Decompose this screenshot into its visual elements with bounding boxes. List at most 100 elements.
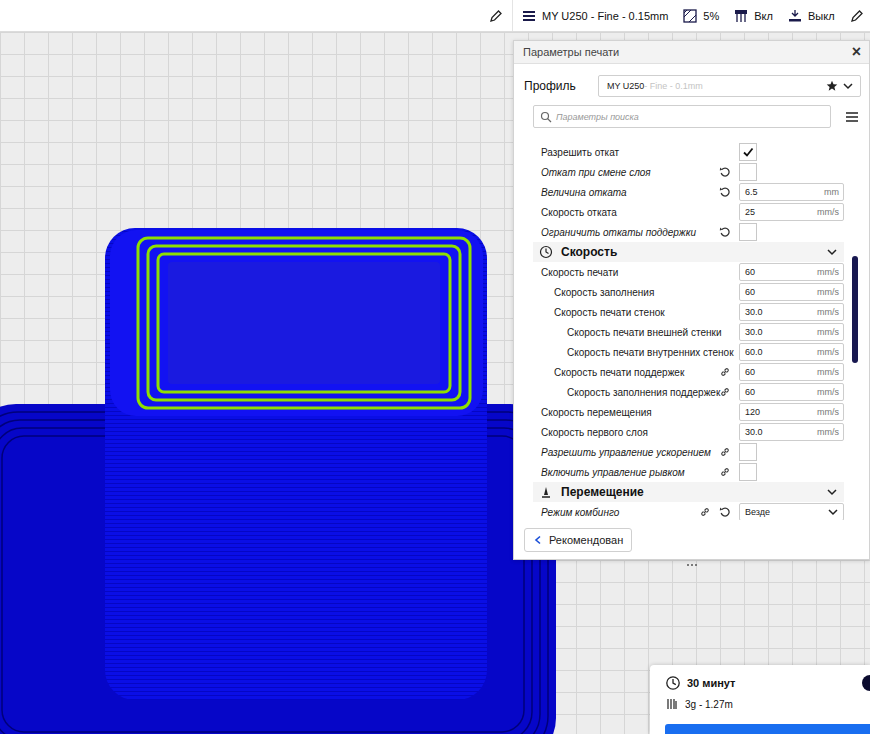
recommended-button[interactable]: Рекомендован bbox=[524, 528, 632, 552]
setting-row: Режим комбингоВезде bbox=[514, 502, 844, 520]
reset-icon[interactable] bbox=[719, 226, 731, 238]
travel-icon bbox=[539, 485, 553, 499]
setting-label: Скорость заполнения bbox=[554, 287, 731, 298]
setting-checkbox[interactable] bbox=[739, 143, 757, 161]
menu-icon[interactable] bbox=[845, 111, 859, 123]
build-plate-view[interactable]: Параметры печати × ПрофильMY U250 - Fine -… bbox=[0, 32, 870, 734]
setting-row: Скорость печати 60mm/s bbox=[514, 262, 844, 282]
setting-row: Скорость первого слоя30.0mm/s bbox=[514, 422, 844, 442]
field-value: 60 bbox=[745, 267, 755, 277]
link-icon bbox=[699, 506, 711, 518]
setting-row: Скорость печати внутренних стенок 60.0 mm/… bbox=[514, 342, 844, 362]
info-icon[interactable] bbox=[862, 675, 870, 691]
cura-window: MY U250 - Fine - 0.15mm 5% Вкл Выкл Параметр… bbox=[0, 0, 870, 734]
link-icon bbox=[719, 446, 731, 458]
setting-field[interactable]: 25mm/s bbox=[739, 203, 844, 221]
time-estimate[interactable]: 30 минут bbox=[665, 675, 870, 691]
setting-label: Откат при смене слоя bbox=[541, 167, 719, 178]
panel-title: Параметры печати bbox=[523, 46, 619, 58]
setting-row: Откат при смене слоя bbox=[514, 162, 844, 182]
setting-label: Включить управление рывком bbox=[541, 467, 719, 478]
setting-field[interactable]: 30.0mm/s bbox=[739, 303, 844, 321]
section-label: Скорость bbox=[561, 245, 818, 259]
setting-checkbox[interactable] bbox=[739, 223, 757, 241]
scrollbar[interactable] bbox=[852, 138, 858, 520]
setting-label: Скорость печати внешней стенки bbox=[567, 327, 731, 338]
print-estimate: 30 минут 3g - 1.27m bbox=[650, 665, 870, 734]
field-value: 6.5 bbox=[745, 187, 758, 197]
infill-value: 5% bbox=[703, 10, 719, 22]
setting-field[interactable]: 6.5 mm bbox=[739, 183, 844, 201]
print-time: 30 минут bbox=[687, 677, 735, 689]
field-value: 60 bbox=[745, 367, 755, 377]
adhesion-icon bbox=[787, 8, 803, 24]
material-estimate: 3g - 1.27m bbox=[665, 697, 870, 711]
link-icon bbox=[719, 386, 731, 398]
checkmark-icon bbox=[742, 146, 754, 158]
setting-field[interactable]: 60mm/s bbox=[739, 283, 844, 301]
setting-field[interactable]: 60mm/s bbox=[739, 263, 844, 281]
pencil-icon[interactable] bbox=[489, 9, 503, 23]
profile-value: MY U250 bbox=[607, 81, 644, 91]
slice-button[interactable] bbox=[665, 724, 870, 734]
setting-row: Включить управление рывком bbox=[514, 462, 844, 482]
field-value: 60 bbox=[745, 287, 755, 297]
setting-label: Скорость печати bbox=[541, 267, 731, 278]
setting-label: Величина отката bbox=[541, 187, 719, 198]
panel-resize-handle[interactable] bbox=[687, 564, 697, 566]
support-icon bbox=[733, 8, 749, 24]
field-value: 60.0 bbox=[745, 347, 763, 357]
profile-select[interactable]: MY U250 - Fine - 0.1mm bbox=[598, 75, 861, 97]
top-bar: MY U250 - Fine - 0.15mm 5% Вкл Выкл bbox=[0, 0, 870, 32]
print-setup-summary[interactable]: MY U250 - Fine - 0.15mm 5% Вкл Выкл bbox=[513, 0, 870, 31]
setting-field[interactable]: 30.0mm/s bbox=[739, 423, 844, 441]
profile-summary[interactable]: MY U250 - Fine - 0.15mm bbox=[521, 8, 668, 24]
field-unit: mm/s bbox=[817, 427, 839, 437]
settings-section[interactable]: Скорость bbox=[533, 242, 844, 262]
setting-label: Скорость печати внутренних стенок bbox=[567, 347, 731, 358]
setting-label: Скорость печати стенок bbox=[554, 307, 731, 318]
setting-field[interactable]: 60.0 mm/s bbox=[739, 343, 844, 361]
chevron-down-icon bbox=[826, 246, 838, 258]
setting-checkbox[interactable] bbox=[739, 443, 757, 461]
model-render[interactable] bbox=[0, 32, 560, 734]
search-row: Параметры поиска bbox=[514, 105, 869, 128]
reset-icon[interactable] bbox=[719, 186, 731, 198]
setting-row: Величина отката 6.5 mm bbox=[514, 182, 844, 202]
settings-section[interactable]: Перемещение bbox=[533, 482, 844, 502]
setting-checkbox[interactable] bbox=[739, 163, 757, 181]
support-value: Вкл bbox=[754, 10, 773, 22]
infill-summary[interactable]: 5% bbox=[682, 8, 719, 24]
field-unit: mm bbox=[824, 187, 839, 197]
support-summary[interactable]: Вкл bbox=[733, 8, 773, 24]
setting-field[interactable]: 120mm/s bbox=[739, 403, 844, 421]
field-unit: mm/s bbox=[817, 387, 839, 397]
profile-row: ПрофильMY U250 - Fine - 0.1mm bbox=[514, 75, 869, 97]
setting-label: Скорость печати поддержек bbox=[554, 367, 719, 378]
adhesion-summary[interactable]: Выкл bbox=[787, 8, 835, 24]
scrollbar-thumb[interactable] bbox=[852, 256, 858, 363]
field-value: 30.0 bbox=[745, 327, 763, 337]
setting-field[interactable]: 60mm/s bbox=[739, 363, 844, 381]
chevron-down-icon bbox=[826, 486, 838, 498]
field-value: 30.0 bbox=[745, 307, 763, 317]
reset-icon[interactable] bbox=[719, 166, 731, 178]
setting-label: Разрешить откат bbox=[541, 147, 731, 158]
star-icon[interactable] bbox=[826, 80, 838, 92]
profile-suffix: - Fine - 0.1mm bbox=[644, 81, 703, 91]
setting-field[interactable]: 30.0mm/s bbox=[739, 323, 844, 341]
pencil-icon[interactable] bbox=[850, 9, 864, 23]
print-settings-panel: Параметры печати × ПрофильMY U250 - Fine -… bbox=[513, 40, 870, 560]
setting-label: Скорость отката bbox=[541, 207, 731, 218]
setting-field[interactable]: 60mm/s bbox=[739, 383, 844, 401]
setting-dropdown[interactable]: Везде bbox=[739, 503, 844, 520]
field-unit: mm/s bbox=[817, 347, 839, 357]
setting-row: Скорость печати поддержек 60mm/s bbox=[514, 362, 844, 382]
search-icon bbox=[540, 111, 552, 123]
reset-icon[interactable] bbox=[719, 506, 731, 518]
setting-checkbox[interactable] bbox=[739, 463, 757, 481]
close-button[interactable]: × bbox=[852, 44, 861, 60]
settings-search[interactable]: Параметры поиска bbox=[533, 105, 831, 128]
setting-row: Разрешить управление ускорением bbox=[514, 442, 844, 462]
setting-row: Скорость печати стенок 30.0mm/s bbox=[514, 302, 844, 322]
